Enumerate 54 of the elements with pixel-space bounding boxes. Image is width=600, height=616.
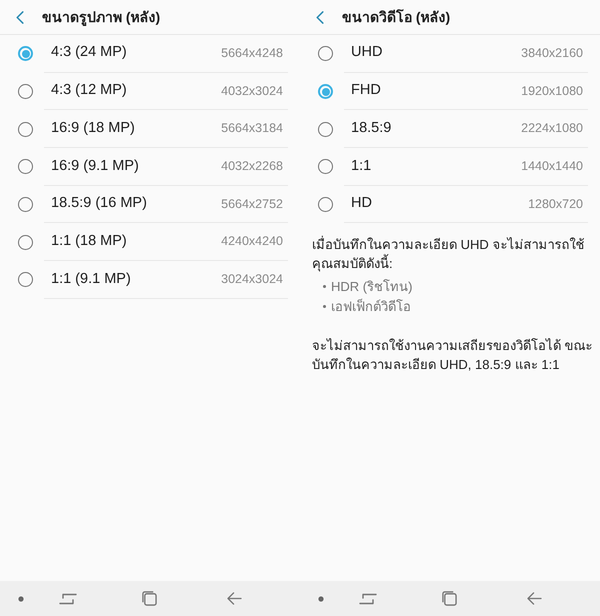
resolution-text: 5664x4248 (221, 44, 283, 62)
bullet-icon (323, 284, 326, 288)
resolution-text: 1280x720 (528, 196, 583, 213)
radio-button[interactable] (18, 122, 33, 137)
chevron-left-icon[interactable] (316, 10, 324, 24)
radio-button[interactable] (318, 197, 333, 212)
resolution-text: 4240x4240 (221, 233, 283, 250)
resolution-text: 5664x3184 (221, 120, 283, 138)
option-label: 4:3 (24 MP) (51, 43, 127, 62)
resolution-text: 4032x2268 (221, 158, 283, 176)
option-label: 1:1 (18 MP) (51, 232, 127, 251)
radio-button[interactable] (18, 159, 33, 174)
resolution-text: 3840x2160 (521, 44, 583, 62)
option-label: 18.5:9 (16 MP) (51, 194, 147, 214)
option-label: FHD (351, 81, 381, 100)
option-label: 16:9 (18 MP) (51, 118, 135, 138)
note-text: จะไม่สามารถใช้งานความเสถียรของวิดีโอได้ ขณะ บันทึกในความละเอียด UHD, 18.5:9 และ 1:1 (312, 337, 594, 374)
square-icon[interactable] (442, 591, 457, 606)
square-icon[interactable] (142, 591, 157, 606)
resolution-text: 5664x2752 (221, 196, 283, 213)
radio-button[interactable] (18, 46, 33, 62)
back-arrow-icon[interactable] (527, 592, 542, 605)
option-label: 18.5:9 (351, 118, 392, 138)
option-label: 4:3 (12 MP) (51, 81, 127, 100)
option-label: 16:9 (9.1 MP) (51, 156, 139, 176)
screen-title: ขนาดวิดีโอ (หลัง) (342, 8, 450, 27)
option-label: HD (351, 194, 372, 214)
radio-button[interactable] (18, 197, 33, 212)
resolution-text: 2224x1080 (521, 120, 583, 138)
radio-button[interactable] (18, 234, 33, 250)
bullet-text: HDR (ริชโทน) (331, 278, 412, 296)
back-arrow-icon[interactable] (227, 592, 242, 605)
option-label: 1:1 (9.1 MP) (51, 270, 131, 289)
resolution-text: 4032x3024 (221, 82, 283, 100)
dot-icon[interactable] (318, 596, 324, 602)
stepped-lines-icon[interactable] (359, 592, 377, 604)
option-label: UHD (351, 43, 382, 62)
bullet-icon (323, 304, 326, 308)
note-text: เมื่อบันทึกในความละเอียด UHD จะไม่สามารถใช้ คุณสมบัติดังนี้: (312, 235, 586, 274)
radio-button[interactable] (18, 272, 33, 288)
radio-button[interactable] (318, 122, 333, 137)
resolution-text: 3024x3024 (221, 271, 283, 288)
dot-icon[interactable] (18, 596, 24, 602)
radio-button[interactable] (318, 46, 333, 62)
resolution-text: 1440x1440 (521, 158, 583, 176)
resolution-text: 1920x1080 (521, 82, 583, 100)
option-label: 1:1 (351, 156, 372, 176)
radio-button[interactable] (18, 84, 33, 100)
chevron-left-icon[interactable] (16, 10, 24, 24)
radio-button[interactable] (318, 84, 333, 100)
screen-title: ขนาดรูปภาพ (หลัง) (42, 8, 160, 28)
radio-button[interactable] (318, 159, 333, 174)
bullet-text: เอฟเฟ็กต์วิดีโอ (331, 298, 411, 316)
stepped-lines-icon[interactable] (59, 592, 77, 604)
